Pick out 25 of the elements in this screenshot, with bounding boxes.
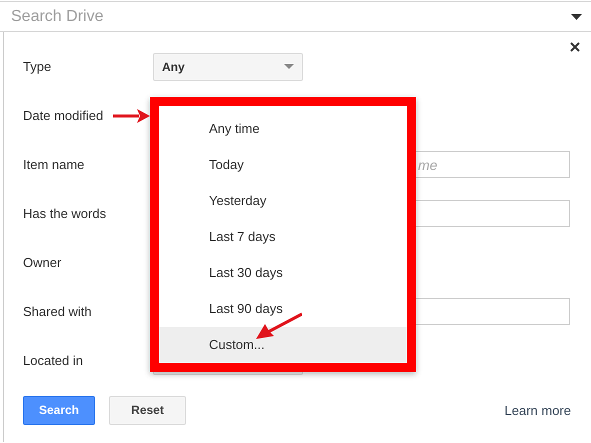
field-label: Located in (23, 353, 83, 368)
menu-option[interactable]: Custom... (159, 327, 407, 363)
input-field[interactable]: me (415, 151, 570, 178)
field-label: Item name (23, 157, 84, 172)
input-field[interactable] (415, 200, 570, 227)
menu-option[interactable]: Last 7 days (159, 219, 407, 255)
caret-icon[interactable] (571, 14, 582, 20)
close-icon[interactable] (570, 42, 580, 52)
input-field[interactable] (415, 298, 570, 325)
menu-option[interactable]: Last 30 days (159, 255, 407, 291)
dropdown-select[interactable]: Any (153, 52, 303, 80)
field-label: Has the words (23, 206, 106, 221)
menu-option[interactable]: Today (159, 147, 407, 183)
field-label: Shared with (23, 304, 92, 319)
caret-icon (284, 64, 294, 69)
search-field[interactable]: Search Drive (11, 8, 571, 26)
annotation-arrow (113, 109, 150, 123)
menu-option[interactable]: Last 90 days (159, 291, 407, 327)
reset-button[interactable]: Reset (109, 396, 186, 424)
learn-more-link[interactable]: Learn more (504, 403, 571, 418)
field-label: Owner (23, 255, 62, 270)
field-label: Type (23, 59, 52, 74)
field-label: Date modified (23, 108, 104, 123)
menu-option[interactable]: Yesterday (159, 183, 407, 219)
menu-option[interactable]: Any time (159, 111, 407, 147)
